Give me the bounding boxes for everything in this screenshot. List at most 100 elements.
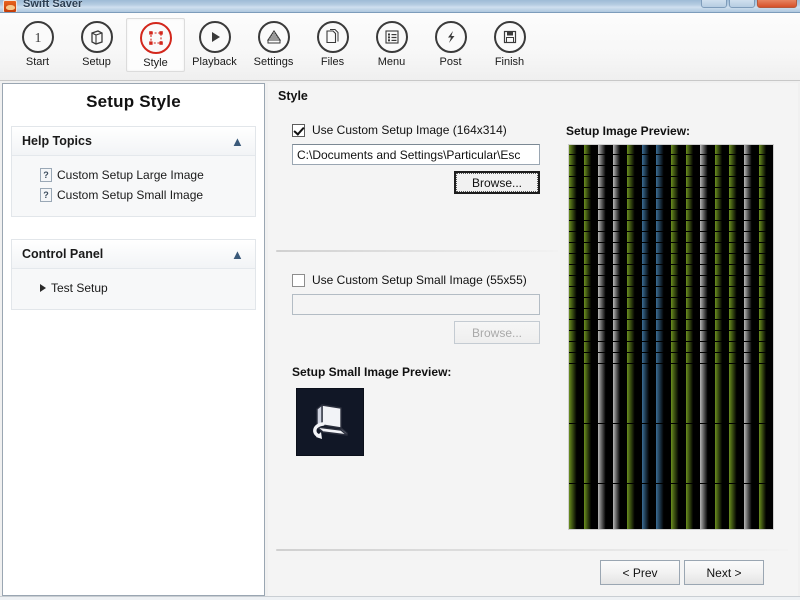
preview-cell: [656, 320, 671, 331]
preview-cell: [714, 199, 729, 210]
preview-cell: [627, 265, 641, 276]
preview-cell: [743, 254, 758, 265]
preview-cell: [743, 166, 758, 177]
preview-cell: [583, 166, 598, 177]
preview-cell: [598, 265, 612, 276]
preview-cell: [627, 276, 641, 287]
large-image-path-input[interactable]: C:\Documents and Settings\Particular\Esc: [292, 144, 540, 165]
preview-cell: [612, 199, 627, 210]
next-button[interactable]: Next >: [684, 560, 764, 585]
preview-cell: [685, 298, 700, 309]
preview-cell: [583, 364, 598, 424]
chevron-double-up-icon[interactable]: ▲: [231, 248, 245, 261]
toolbar-item-start[interactable]: 1 Start: [8, 18, 67, 70]
grid-settings-icon: [257, 21, 290, 53]
preview-cell: [700, 287, 714, 298]
play-triangle-icon: [40, 284, 46, 292]
preview-cell: [685, 287, 700, 298]
use-custom-setup-image-checkbox[interactable]: [292, 123, 305, 137]
use-custom-setup-image-row[interactable]: Use Custom Setup Image (164x314): [292, 123, 507, 137]
preview-cell: [598, 331, 612, 342]
preview-cell: [569, 424, 583, 484]
preview-cell: [714, 309, 729, 320]
preview-cell: [598, 166, 612, 177]
preview-cell: [743, 298, 758, 309]
preview-cell: [569, 199, 583, 210]
sidebar-item-label: Custom Setup Small Image: [57, 188, 204, 202]
preview-cell: [758, 364, 773, 424]
preview-cell: [743, 364, 758, 424]
preview-cell: [685, 254, 700, 265]
minimize-button[interactable]: [701, 0, 727, 8]
preview-cell: [700, 424, 714, 484]
sidebar-item-custom-setup-large-image[interactable]: ? Custom Setup Large Image: [12, 165, 255, 185]
preview-cell: [700, 221, 714, 232]
preview-cell: [671, 276, 685, 287]
preview-cell: [583, 298, 598, 309]
preview-cell: [641, 309, 656, 320]
preview-cell: [598, 364, 612, 424]
preview-cell: [714, 364, 729, 424]
help-page-icon: ?: [40, 188, 52, 202]
preview-cell: [583, 309, 598, 320]
preview-cell: [671, 353, 685, 364]
toolbar-item-files[interactable]: Files: [303, 18, 362, 70]
section-title: Style: [278, 89, 308, 103]
sidebar-item-test-setup[interactable]: Test Setup: [12, 278, 255, 298]
chevron-double-up-icon[interactable]: ▲: [231, 135, 245, 148]
preview-cell: [656, 298, 671, 309]
preview-cell: [598, 177, 612, 188]
preview-cell: [569, 265, 583, 276]
preview-cell: [743, 287, 758, 298]
preview-cell: [743, 243, 758, 254]
toolbar-item-menu[interactable]: Menu: [362, 18, 421, 70]
preview-cell: [714, 342, 729, 353]
preview-cell: [612, 287, 627, 298]
preview-cell: [569, 484, 583, 529]
preview-column: [656, 145, 672, 529]
app-icon: [3, 0, 17, 12]
preview-cell: [612, 210, 627, 221]
preview-column: [612, 145, 628, 529]
preview-cell: [627, 221, 641, 232]
toolbar-item-finish[interactable]: Finish: [480, 18, 539, 70]
toolbar-item-settings[interactable]: Settings: [244, 18, 303, 70]
preview-cell: [743, 145, 758, 155]
preview-cell: [685, 353, 700, 364]
preview-cell: [583, 331, 598, 342]
toolbar-item-post[interactable]: Post: [421, 18, 480, 70]
sidebar-group-header[interactable]: Control Panel ▲: [12, 240, 255, 269]
toolbar-item-style[interactable]: Style: [126, 18, 185, 72]
preview-cell: [641, 287, 656, 298]
preview-cell: [583, 145, 598, 155]
preview-cell: [656, 221, 671, 232]
close-button[interactable]: [757, 0, 797, 8]
preview-cell: [656, 353, 671, 364]
preview-cell: [569, 188, 583, 199]
preview-cell: [598, 353, 612, 364]
preview-cell: [758, 331, 773, 342]
small-image-path-input[interactable]: [292, 294, 540, 315]
toolbar-label: Setup: [82, 56, 111, 68]
use-custom-setup-small-image-checkbox[interactable]: [292, 273, 305, 287]
preview-cell: [583, 342, 598, 353]
sidebar-group-header[interactable]: Help Topics ▲: [12, 127, 255, 156]
computer-monitor-icon: [313, 404, 348, 439]
toolbar-item-playback[interactable]: Playback: [185, 18, 244, 70]
maximize-button[interactable]: [729, 0, 755, 8]
use-custom-setup-small-image-row[interactable]: Use Custom Setup Small Image (55x55): [292, 273, 527, 287]
svg-text:1: 1: [34, 31, 41, 46]
browse-large-image-button[interactable]: Browse...: [454, 171, 540, 194]
preview-cell: [583, 177, 598, 188]
preview-cell: [729, 342, 743, 353]
browse-small-image-button: Browse...: [454, 321, 540, 344]
preview-cell: [729, 320, 743, 331]
prev-button[interactable]: < Prev: [600, 560, 680, 585]
sidebar-item-custom-setup-small-image[interactable]: ? Custom Setup Small Image: [12, 185, 255, 205]
toolbar-label: Style: [143, 57, 168, 69]
sidebar-item-label: Custom Setup Large Image: [57, 168, 204, 182]
preview-cell: [612, 232, 627, 243]
preview-cell: [627, 342, 641, 353]
toolbar-item-setup[interactable]: Setup: [67, 18, 126, 70]
